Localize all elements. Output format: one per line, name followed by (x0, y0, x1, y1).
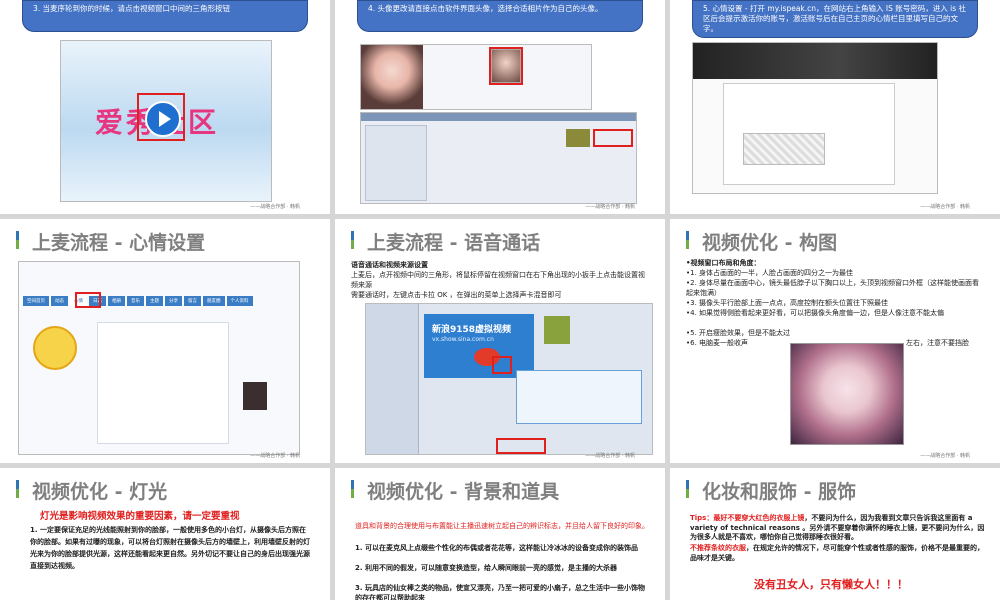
nav-item[interactable]: 相册 (108, 296, 125, 306)
slide-6-title: 视频优化 - 构图 (702, 232, 838, 254)
layout-item-1: •1. 身体占画面的一半，人脸占画面的四分之一为最佳 (686, 269, 854, 277)
slide-6-footer: ——战略合作部 · 韩帆 (920, 453, 970, 459)
slide-1-callout: 3. 当麦序轮到你的时候，请点击视频窗口中间的三角形按钮 (22, 0, 308, 32)
slide-3[interactable]: 5. 心情设置 - 打开 my.ispeak.cn，在网站右上角输入 IS 账号… (670, 0, 1000, 214)
mood-tab-highlight (75, 292, 101, 308)
slide-6[interactable]: 视频优化 - 构图 •视频窗口布局和角度： •1. 身体占画面的一半，人脸占画面… (670, 219, 1000, 463)
girl-video-photo (790, 343, 904, 445)
slide-8[interactable]: 视频优化 - 背景和道具 道具和背景的合理使用与布置能让主播迅速树立起自己的辨识… (335, 468, 665, 600)
slide-4-title: 上麦流程 - 心情设置 (32, 232, 206, 254)
props-item-1: 1. 可以在麦克风上点缀些个性化的布偶或者花花等，这样能让冷冰冰的设备变成你的装… (355, 544, 638, 552)
props-item-3: 3. 玩具店的仙女棒之类的物品，使宣又漂亮，乃至一把可爱的小扇子，总之生活中一些… (355, 584, 645, 600)
layout-item-3: •3. 摄像头平行脸部上面一点点，高度控制在额头位置往下照最佳 (686, 299, 889, 307)
nav-item[interactable]: 动态 (51, 296, 68, 306)
slide-4-footer: ——战略合作部 · 韩帆 (250, 453, 300, 459)
clothing-stripes: 不推荐条纹的衣服，在规定允许的情况下，尽可能穿个性或者性感的服饰，价格不是最重要… (690, 544, 990, 563)
nav-item[interactable]: 分享 (165, 296, 182, 306)
layout-tail: 左右，注意不要挡脸 (906, 339, 969, 347)
title-accent (16, 480, 19, 498)
slide-2-callout: 4. 头像更改请直接点击软件界面头像，选择合适相片作为自己的头像。 (357, 0, 643, 32)
slide-1[interactable]: 3. 当麦序轮到你的时候，请点击视频窗口中间的三角形按钮 爱秀社区 ——战略合作… (0, 0, 330, 214)
wrench-highlight (492, 356, 512, 374)
avatar-cartoon (33, 326, 77, 370)
avatar-thumb (544, 316, 570, 344)
props-subtitle: 道具和背景的合理使用与布置能让主播迅速树立起自己的辨识标志，并且给人留下良好的印… (355, 522, 649, 530)
banner-text: 新浪9158虚拟视频 (432, 325, 512, 335)
title-accent (686, 480, 689, 498)
nav-item[interactable]: 朋友圈 (203, 296, 225, 306)
slide-3-callout: 5. 心情设置 - 打开 my.ispeak.cn，在网站右上角输入 IS 账号… (692, 0, 978, 38)
avatar-photo (361, 45, 423, 109)
slide-5-footer: ——战略合作部 · 韩帆 (585, 453, 635, 459)
profile-photo (243, 382, 267, 410)
slide-5[interactable]: 上麦流程 - 语音通话 语音通话和视频来源设置 上麦后，点开视频中间的三角形，将… (335, 219, 665, 463)
slide-9[interactable]: 化妆和服饰 - 服饰 Tips：最好不要穿大红色的衣服上镜，不要问为什么，因为我… (670, 468, 1000, 600)
stripe-red: 不推荐条纹的衣服 (690, 544, 746, 552)
title-accent (351, 480, 354, 498)
slide-2[interactable]: 4. 头像更改请直接点击软件界面头像，选择合适相片作为自己的头像。 ——战略合作… (335, 0, 665, 214)
title-accent (16, 231, 19, 249)
voice-heading: 语音通话和视频来源设置 (351, 261, 428, 269)
lighting-subtitle: 灯光是影响视频效果的重要因素，请一定要重视 (40, 511, 240, 522)
nav-item[interactable]: 主题 (146, 296, 163, 306)
layout-item-5: •5. 开启瘦脸效果，但是不能太过 (686, 329, 791, 337)
virtual-video-screenshot: 新浪9158虚拟视频 vx.show.sina.com.cn (365, 303, 653, 455)
karaoke-highlight (496, 438, 546, 454)
slide-8-title: 视频优化 - 背景和道具 (367, 481, 560, 503)
nav-item[interactable]: 个人资料 (226, 296, 253, 306)
layout-item-2: •2. 身体尽量在画面中心，镜头最低脖子以下胸口以上，头顶到视频窗口外框（这样能… (686, 279, 980, 297)
slide-7-title: 视频优化 - 灯光 (32, 481, 168, 503)
note-box (516, 370, 642, 424)
layout-item-4: •4. 如果觉得侧脸看起来更好看，可以把摄像头角度偏一边，但是人像注意不能太偏 (686, 309, 945, 317)
clothing-tips: Tips：最好不要穿大红色的衣服上镜，不要问为什么，因为我看到文章只告诉我这里面… (690, 514, 990, 543)
slide-7[interactable]: 视频优化 - 灯光 灯光是影响视频效果的重要因素，请一定要重视 1. 一定要保证… (0, 468, 330, 600)
mood-page-screenshot: 空间首页 动态 心情 日志 相册 音乐 主题 分享 留言 朋友圈 个人资料 (18, 261, 300, 455)
nav-item[interactable]: 空间首页 (23, 296, 49, 306)
sina-banner: 新浪9158虚拟视频 vx.show.sina.com.cn (424, 314, 534, 378)
upload-button-highlight (593, 129, 633, 147)
tips-label: Tips： (690, 514, 714, 522)
slide-4[interactable]: 上麦流程 - 心情设置 空间首页 动态 心情 日志 相册 音乐 主题 分享 留言… (0, 219, 330, 463)
space-nav: 空间首页 动态 心情 日志 相册 音乐 主题 分享 留言 朋友圈 个人资料 (23, 296, 253, 306)
settings-dialog-screenshot (360, 112, 637, 204)
voice-line2: 需要通话时，左键点击卡拉 OK ，在弹出的菜单上选择声卡混音即可 (351, 291, 562, 299)
video-window-screenshot: 爱秀社区 (60, 40, 272, 202)
clothing-slogan: 没有丑女人，只有懒女人！！！ (754, 578, 908, 591)
title-accent (351, 231, 354, 249)
voice-line1: 上麦后，点开视频中间的三角形，将鼠标停留在视频窗口在右下角出现的小扳手上点击能设… (351, 271, 645, 289)
lighting-body: 1. 一定要保证充足的光线能照射到你的脸部，一般使用多色的小台灯，从摄像头后方照… (30, 526, 310, 570)
avatar-highlight (489, 47, 523, 85)
slide-3-footer: ——战略合作部 · 韩帆 (920, 204, 970, 210)
title-accent (686, 231, 689, 249)
slide-1-footer: ——战略合作部 · 韩帆 (250, 204, 300, 210)
photo-thumb (566, 129, 590, 147)
banner-url: vx.show.sina.com.cn (432, 336, 494, 343)
nav-item[interactable]: 音乐 (127, 296, 144, 306)
tips-red: 最好不要穿大红色的衣服上镜 (713, 514, 805, 522)
avatar-screenshot-top (360, 44, 592, 110)
props-item-2: 2. 利用不同的假发，可以随意变换造型，给人瞬间眼前一亮的感觉，是主播的大杀器 (355, 564, 617, 572)
nav-item[interactable]: 留言 (184, 296, 201, 306)
slide-2-footer: ——战略合作部 · 韩帆 (585, 204, 635, 210)
highlight-box (137, 93, 185, 141)
slide-5-title: 上麦流程 - 语音通话 (367, 232, 541, 254)
ispeak-site-screenshot (692, 42, 938, 194)
layout-heading: •视频窗口布局和角度： (686, 259, 761, 267)
slide-9-title: 化妆和服饰 - 服饰 (702, 481, 857, 503)
